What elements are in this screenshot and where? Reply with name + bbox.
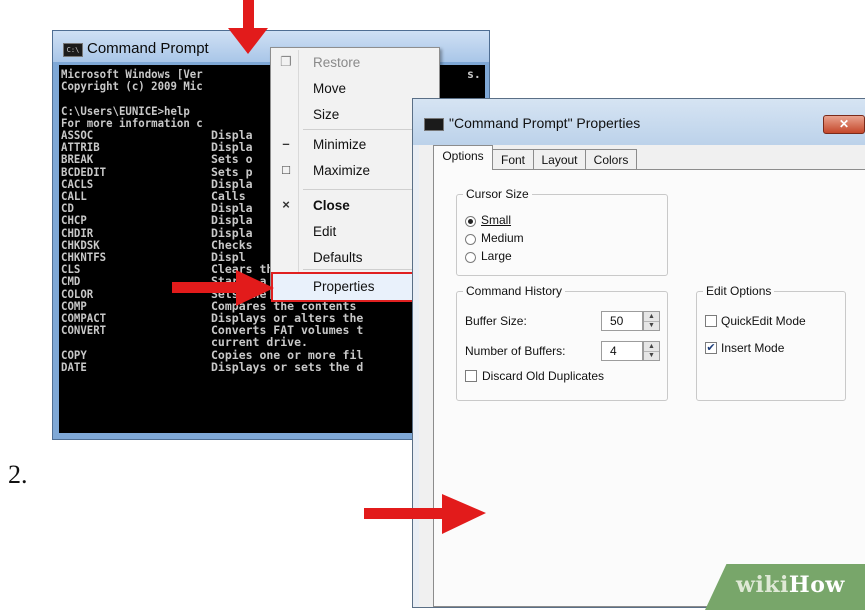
command-description: Displays or alters the xyxy=(211,311,364,325)
command-name: CLS xyxy=(61,262,81,277)
command-description: Displa xyxy=(211,213,253,228)
command-name: DATE xyxy=(61,359,87,374)
menu-item-label: Defaults xyxy=(313,250,363,265)
arrow-right-icon xyxy=(364,494,486,534)
edit-options-group: Edit Options QuickEdit Mode ✔ Insert Mod… xyxy=(696,284,846,401)
console-line-fragment: s. A xyxy=(467,67,481,81)
menu-item-label: Size xyxy=(313,107,340,122)
medium-label[interactable]: Medium xyxy=(481,231,524,245)
insert-mode-label[interactable]: Insert Mode xyxy=(721,341,784,355)
tab-colors[interactable]: Colors xyxy=(585,149,637,169)
command-description: Displa xyxy=(211,176,253,191)
command-description: current drive. xyxy=(211,335,308,350)
restore-icon: ❐ xyxy=(280,54,292,69)
discard-duplicates-label[interactable]: Discard Old Duplicates xyxy=(482,369,604,383)
small-label[interactable]: Small xyxy=(481,213,511,227)
group-title: Cursor Size xyxy=(463,187,532,201)
menu-item-label: Minimize xyxy=(313,137,367,152)
console-line: Microsoft Windows [Ver xyxy=(61,67,203,81)
options-tab-panel: Cursor Size Small Medium Large Command H… xyxy=(433,169,865,607)
command-name: ATTRIB xyxy=(61,140,100,155)
command-name: CHKNTFS xyxy=(61,250,107,264)
large-label[interactable]: Large xyxy=(481,249,512,263)
command-name: CD xyxy=(61,201,74,216)
command-history-group: Command History Buffer Size: 50 ▲ ▼ Numbe… xyxy=(456,284,668,401)
console-line: C:\Users\EUNICE>help xyxy=(61,103,190,118)
command-name: CACLS xyxy=(61,176,94,191)
command-description: Calls xyxy=(211,189,253,203)
command-name: BREAK xyxy=(61,152,94,167)
tab-options[interactable]: Options xyxy=(433,145,493,170)
buffer-size-input[interactable]: 50 xyxy=(601,311,643,331)
command-name: CMD xyxy=(61,274,81,289)
menu-item-label: Edit xyxy=(313,224,337,239)
close-icon: × xyxy=(282,197,290,212)
command-description: Displ xyxy=(211,250,246,264)
console-app-icon xyxy=(424,118,444,131)
step-number: 2. xyxy=(8,460,28,489)
group-title: Command History xyxy=(463,284,566,298)
command-name: ASSOC xyxy=(61,128,94,142)
properties-titlebar[interactable]: "Command Prompt" Properties ✕ xyxy=(413,99,865,145)
menu-item-label: Move xyxy=(313,81,347,96)
window-title: Command Prompt xyxy=(87,40,209,57)
large-radio[interactable] xyxy=(465,252,476,263)
command-name: COPY xyxy=(61,347,87,362)
menu-item-label: Close xyxy=(313,198,350,213)
small-radio[interactable] xyxy=(465,216,476,227)
arrow-down-icon xyxy=(228,0,268,54)
menu-item-label: Maximize xyxy=(313,163,371,178)
command-description: Displa xyxy=(211,225,253,240)
buffer-size-label: Buffer Size: xyxy=(465,314,527,328)
arrow-right-icon xyxy=(172,270,274,306)
discard-duplicates-checkbox[interactable] xyxy=(465,370,477,382)
wikihow-logo: wikiHow xyxy=(736,572,845,598)
number-of-buffers-label: Number of Buffers: xyxy=(465,344,566,358)
command-description: Checks xyxy=(211,237,253,252)
menu-item-label: Properties xyxy=(313,279,375,294)
quickedit-checkbox[interactable] xyxy=(705,315,717,327)
close-button[interactable]: ✕ xyxy=(823,115,865,134)
tab-layout[interactable]: Layout xyxy=(533,149,586,169)
command-name: COMPACT xyxy=(61,311,107,325)
console-line: For more information c xyxy=(61,115,203,130)
console-app-icon[interactable]: C:\ xyxy=(63,43,83,57)
command-name: CALL xyxy=(61,189,87,203)
command-description: Sets o xyxy=(211,152,253,167)
cursor-size-group: Cursor Size Small Medium Large xyxy=(456,187,668,276)
dialog-title: "Command Prompt" Properties xyxy=(449,115,641,131)
number-of-buffers-stepper[interactable]: ▲ ▼ xyxy=(643,341,660,361)
command-name: CONVERT xyxy=(61,323,107,338)
medium-radio[interactable] xyxy=(465,234,476,245)
maximize-icon: □ xyxy=(282,162,290,177)
tab-font[interactable]: Font xyxy=(492,149,534,169)
spin-down-icon[interactable]: ▼ xyxy=(644,321,659,330)
insert-mode-checkbox[interactable]: ✔ xyxy=(705,342,717,354)
command-description: Sets p xyxy=(211,164,253,179)
command-name: CHKDSK xyxy=(61,237,100,252)
command-name: BCDEDIT xyxy=(61,164,107,179)
command-description: Displa xyxy=(211,140,253,155)
command-description: Displa xyxy=(211,201,253,216)
buffer-size-stepper[interactable]: ▲ ▼ xyxy=(643,311,660,331)
command-description: Copies one or more fil xyxy=(211,347,364,362)
dialog-body: Options Font Layout Colors Cursor Size S… xyxy=(419,145,865,607)
quickedit-label[interactable]: QuickEdit Mode xyxy=(721,314,806,328)
minimize-icon: – xyxy=(282,136,290,151)
number-of-buffers-input[interactable]: 4 xyxy=(601,341,643,361)
group-title: Edit Options xyxy=(703,284,775,298)
command-name: COMP xyxy=(61,298,87,313)
menu-item-label: Restore xyxy=(313,55,361,70)
command-description: Displa xyxy=(211,128,253,142)
command-description: Displays or sets the d xyxy=(211,359,364,374)
command-name: CHCP xyxy=(61,213,87,228)
command-name: CHDIR xyxy=(61,225,94,240)
menu-item-restore[interactable]: ❐ Restore xyxy=(273,50,437,76)
console-line: Copyright (c) 2009 Mic xyxy=(61,79,203,94)
command-description: Converts FAT volumes t xyxy=(211,323,364,338)
command-name: COLOR xyxy=(61,286,94,301)
spin-down-icon[interactable]: ▼ xyxy=(644,351,659,360)
